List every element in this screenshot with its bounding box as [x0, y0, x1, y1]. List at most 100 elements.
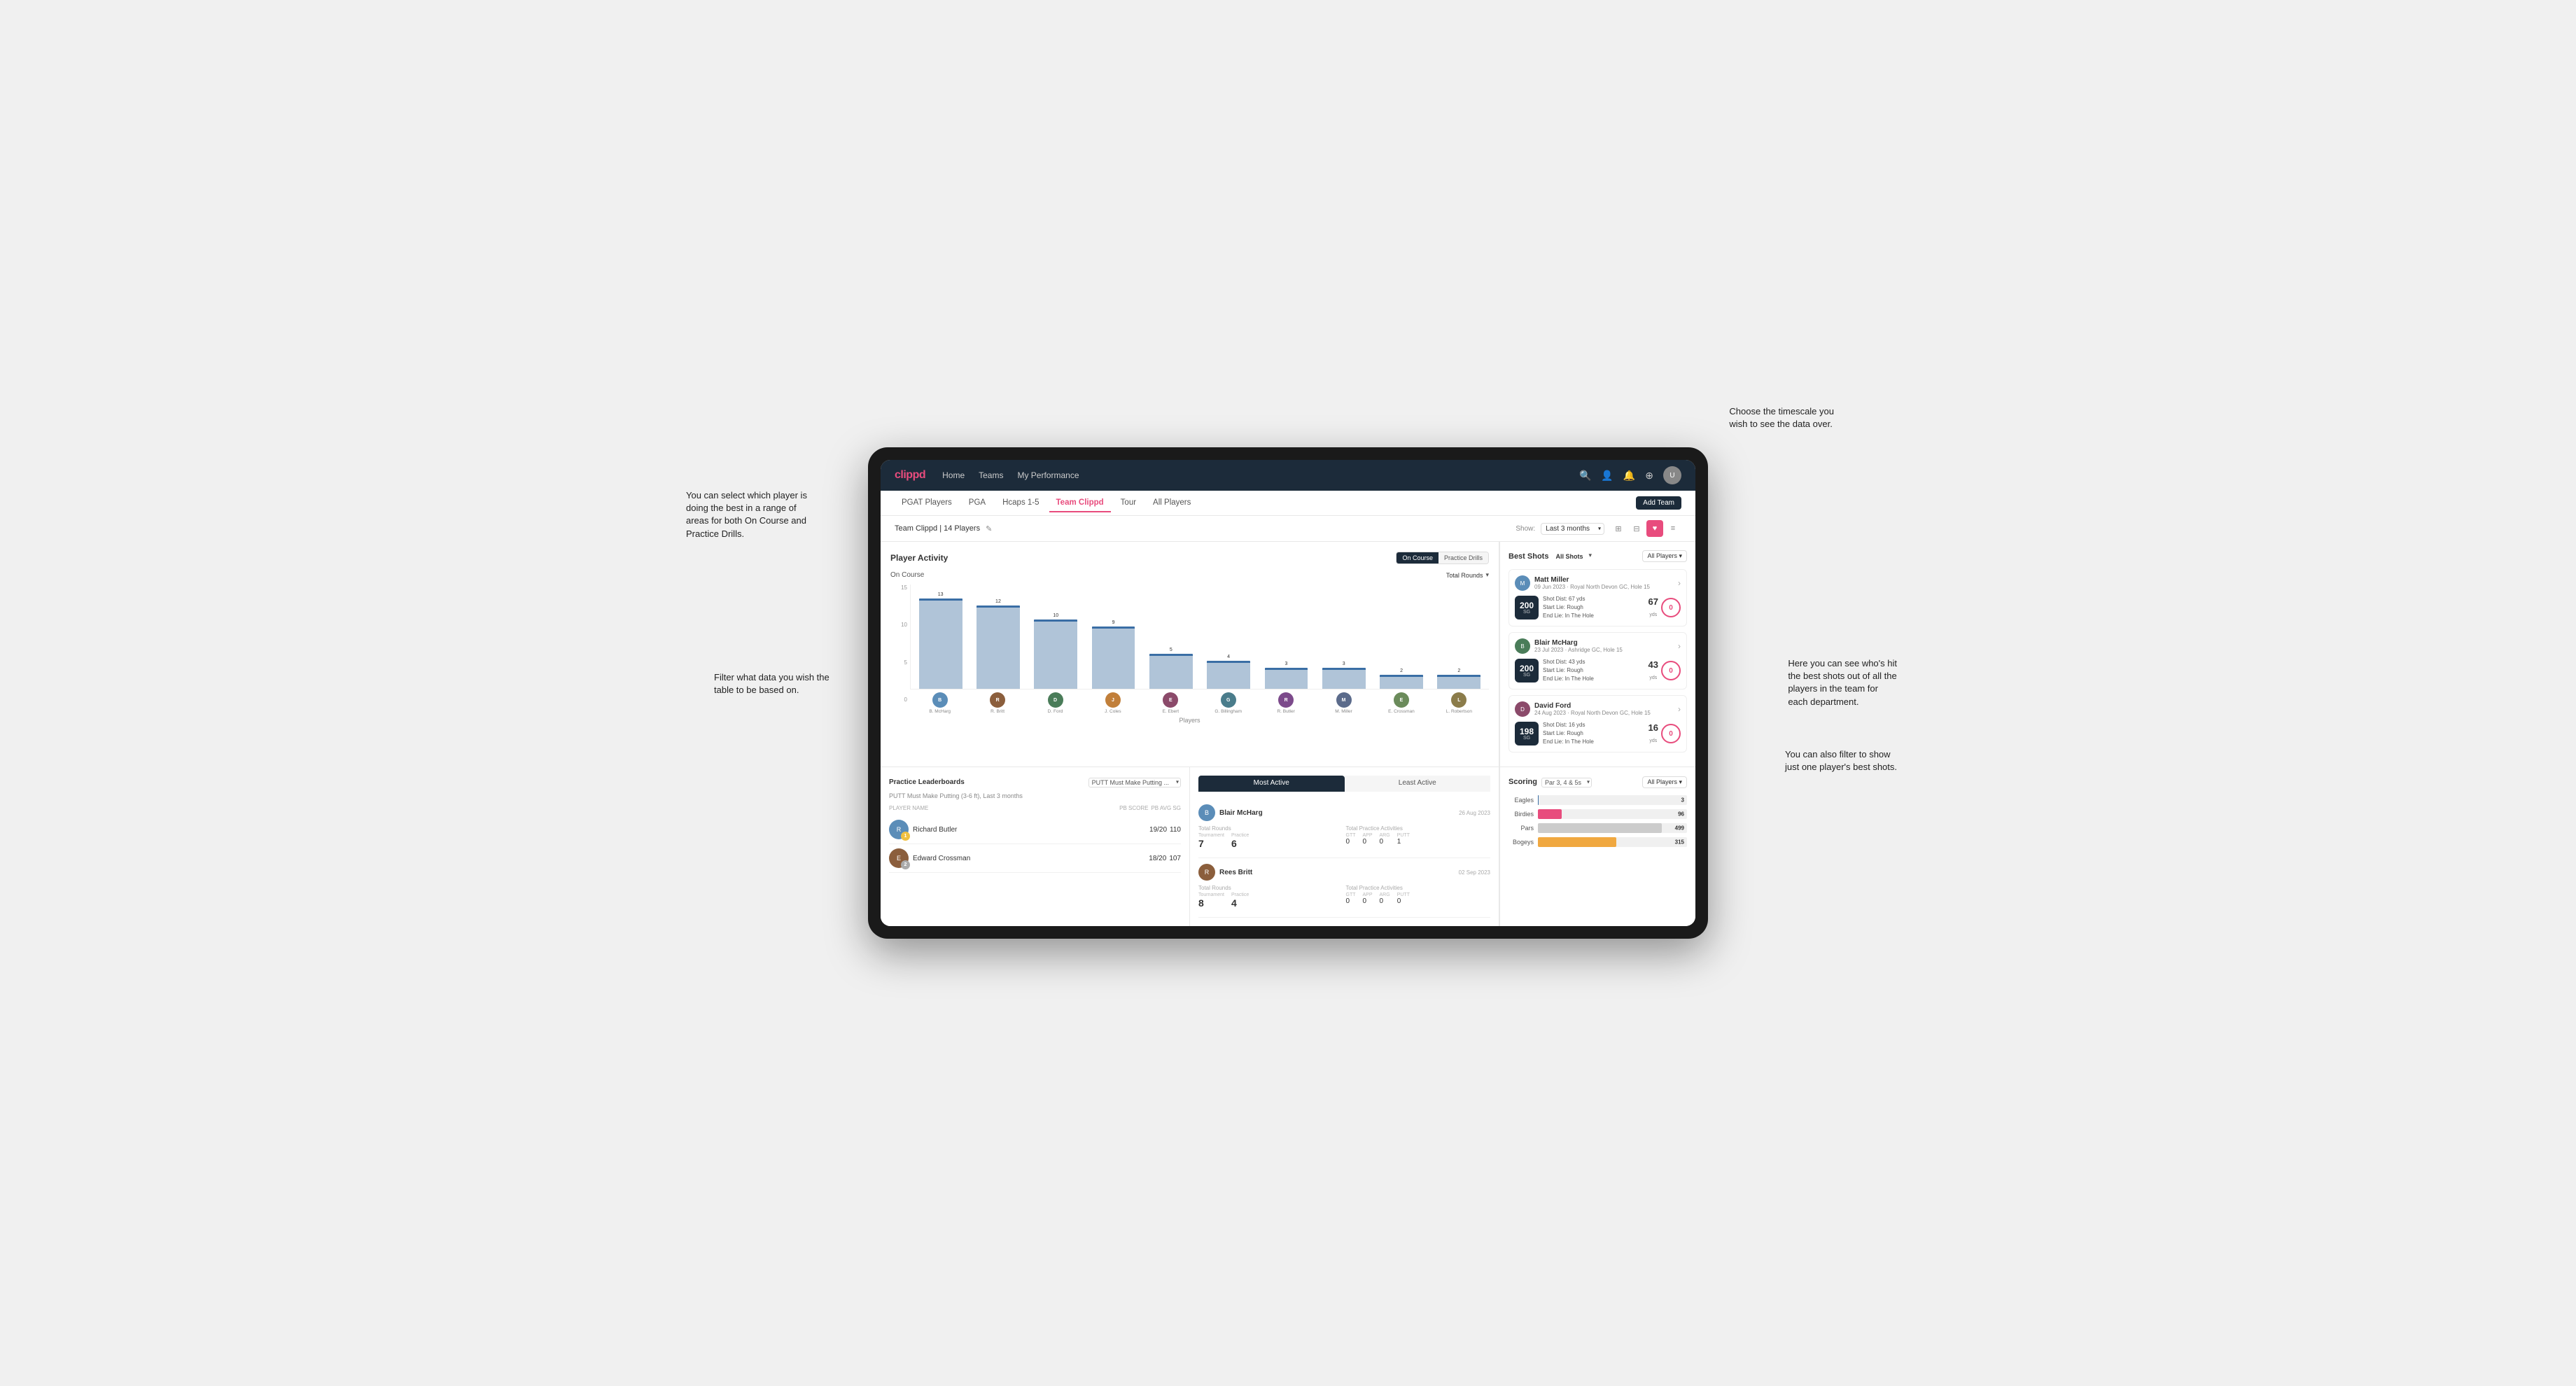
scoring-player-filter[interactable]: All Players ▾ [1642, 776, 1687, 788]
shot-card[interactable]: D David Ford 24 Aug 2023 · Royal North D… [1508, 695, 1687, 752]
y-label-5: 5 [904, 659, 907, 666]
search-icon[interactable]: 🔍 [1579, 470, 1591, 482]
tab-most-active[interactable]: Most Active [1198, 776, 1345, 792]
y-label-15: 15 [901, 584, 907, 591]
scoring-row: Pars 499 [1508, 823, 1687, 833]
shot-score-badge: 198 SG [1515, 722, 1539, 746]
bell-icon[interactable]: 🔔 [1623, 470, 1635, 482]
player-avatar-item: L [1432, 692, 1486, 708]
annotation-right-mid: Here you can see who's hit the best shot… [1788, 657, 1897, 708]
shot-score-num: 200 [1520, 601, 1534, 610]
navbar-link-home[interactable]: Home [942, 468, 965, 483]
player-name-label: J. Coles [1086, 709, 1140, 714]
bar [1149, 654, 1193, 689]
bar-value-label: 13 [938, 592, 944, 597]
shot-details: Shot Dist: 43 yds Start Lie: Rough End L… [1543, 658, 1644, 683]
scoring-dropdown[interactable]: Par 3, 4 & 5s [1541, 778, 1592, 788]
all-players-filter[interactable]: All Players ▾ [1642, 550, 1687, 562]
chart-dropdown[interactable]: Total Rounds [1446, 572, 1483, 579]
view-grid4-button[interactable]: ⊞ [1610, 520, 1627, 537]
player-avatar-circle: R [990, 692, 1005, 708]
navbar-link-performance[interactable]: My Performance [1017, 468, 1079, 483]
tab-hcaps[interactable]: Hcaps 1-5 [995, 494, 1046, 512]
bar-highlight [1092, 626, 1135, 629]
pac-practice-value: 6 [1231, 838, 1249, 849]
tab-team-clippd[interactable]: Team Clippd [1049, 494, 1111, 512]
shots-all-dropdown[interactable]: ▾ [1588, 552, 1592, 561]
shot-card-header: B Blair McHarg 23 Jul 2023 · Ashridge GC… [1515, 638, 1681, 654]
player-activity-card: R Rees Britt 02 Sep 2023 Total Rounds To… [1198, 858, 1490, 918]
pac-activities-sub: GTT 0 APP 0 ARG 0 PUTT 1 [1346, 833, 1491, 846]
player-avatar-item: R [970, 692, 1024, 708]
plus-icon[interactable]: ⊕ [1645, 470, 1653, 482]
shot-details: Shot Dist: 67 yds Start Lie: Rough End L… [1543, 595, 1644, 620]
bar [976, 606, 1020, 689]
toggle-practice-drills[interactable]: Practice Drills [1438, 552, 1488, 564]
pac-app-value: 0 [1363, 838, 1373, 846]
player-avatar-item: E [1374, 692, 1428, 708]
navbar-link-teams[interactable]: Teams [979, 468, 1003, 483]
col-pb-avg: PB AVG SG [1151, 805, 1181, 811]
shot-card[interactable]: M Matt Miller 09 Jun 2023 · Royal North … [1508, 569, 1687, 626]
view-list-button[interactable]: ≡ [1665, 520, 1681, 537]
shots-tab-all[interactable]: All Shots [1553, 552, 1586, 561]
lb-score: 18/20 [1149, 855, 1166, 862]
player-avatar-circle: E [1163, 692, 1178, 708]
tab-pga[interactable]: PGA [962, 494, 993, 512]
shot-player-meta: 23 Jul 2023 · Ashridge GC, Hole 15 [1534, 647, 1674, 653]
shot-score-badge: 200 SG [1515, 659, 1539, 682]
shot-stat-group: 67 yds 0 [1648, 596, 1681, 620]
bar-value-label: 3 [1343, 662, 1345, 666]
leaderboard-dropdown[interactable]: PUTT Must Make Putting ... [1088, 778, 1181, 788]
show-dropdown[interactable]: Last 3 months ▾ [1541, 523, 1604, 535]
tab-pgat-players[interactable]: PGAT Players [895, 494, 959, 512]
chart-inner: 15 10 5 0 1312109543322 BRDJEGRMEL [890, 584, 1489, 714]
shot-details: Shot Dist: 16 yds Start Lie: Rough End L… [1543, 721, 1644, 746]
tab-tour[interactable]: Tour [1114, 494, 1143, 512]
scoring-row-label: Pars [1508, 825, 1534, 832]
pac-putt-label: PUTT [1397, 833, 1410, 838]
player-activity-panel: Player Activity On Course Practice Drill… [881, 542, 1499, 766]
user-avatar[interactable]: U [1663, 466, 1681, 484]
shot-player-name: David Ford [1534, 702, 1674, 710]
bar-group: 3 [1259, 584, 1313, 689]
pac-gtt: GTT 0 [1346, 892, 1356, 905]
pac-header: B Blair McHarg 26 Aug 2023 [1198, 804, 1490, 821]
tab-least-active[interactable]: Least Active [1345, 776, 1491, 792]
tab-all-players[interactable]: All Players [1146, 494, 1198, 512]
pac-arg-label: ARG [1380, 892, 1390, 897]
view-grid2-button[interactable]: ⊟ [1628, 520, 1645, 537]
team-name: Team Clippd | 14 Players [895, 524, 980, 533]
player-avatar-item: J [1086, 692, 1140, 708]
lb-player: E 2 Edward Crossman [889, 848, 1146, 868]
player-name-label: E. Ebert [1144, 709, 1198, 714]
player-activity-title: Player Activity [890, 553, 948, 563]
edit-icon[interactable]: ✎ [986, 524, 992, 533]
toggle-on-course[interactable]: On Course [1396, 552, 1438, 564]
col-pb-score: PB SCORE [1119, 805, 1148, 811]
scoring-bar-value: 499 [1675, 825, 1684, 832]
pac-arg: ARG 0 [1380, 892, 1390, 905]
shot-score-num: 198 [1520, 727, 1534, 736]
view-heart-button[interactable]: ♥ [1646, 520, 1663, 537]
pac-stat-activities: Total Practice Activities GTT 0 APP 0 AR… [1346, 885, 1491, 909]
shot-player-avatar: B [1515, 638, 1530, 654]
lb-name: Edward Crossman [913, 855, 970, 862]
scoring-row: Bogeys 315 [1508, 837, 1687, 847]
shot-score-label: SG [1523, 736, 1530, 741]
leaderboard-subtitle: PUTT Must Make Putting (3-6 ft), Last 3 … [889, 792, 1181, 799]
shot-player-info: Blair McHarg 23 Jul 2023 · Ashridge GC, … [1534, 639, 1674, 653]
shot-card[interactable]: B Blair McHarg 23 Jul 2023 · Ashridge GC… [1508, 632, 1687, 690]
pac-putt: PUTT 1 [1397, 833, 1410, 846]
pac-stats-row: Total Rounds Tournament 8 Practice 4 Tot… [1198, 885, 1490, 909]
players-icon[interactable]: 👤 [1601, 470, 1613, 482]
best-shots-panel: Best Shots All Shots ▾ All Players ▾ M M… [1499, 542, 1695, 766]
pac-tournament: Tournament 7 [1198, 833, 1224, 849]
bar [1034, 620, 1077, 689]
shot-chevron-icon: › [1678, 641, 1681, 651]
pac-rounds-sub: Tournament 8 Practice 4 [1198, 892, 1343, 909]
bar [1437, 675, 1480, 689]
add-team-button[interactable]: Add Team [1636, 496, 1681, 510]
shot-score-label: SG [1523, 673, 1530, 678]
pac-avatar: R [1198, 864, 1215, 881]
